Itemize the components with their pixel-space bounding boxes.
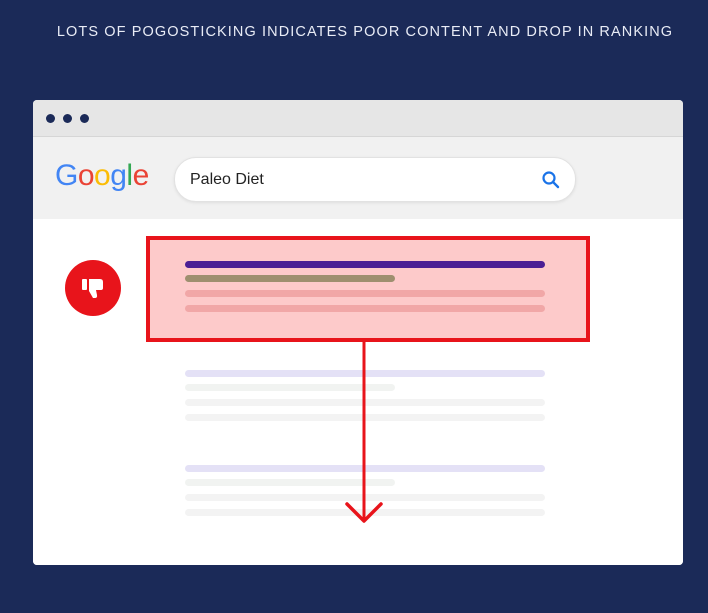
result-snippet-line	[185, 399, 545, 406]
logo-letter: g	[110, 159, 127, 192]
result-snippet-line	[185, 305, 545, 312]
thumbs-down-icon	[82, 279, 103, 298]
result-title-line[interactable]	[185, 465, 545, 472]
browser-window: Google Paleo Diet	[33, 100, 683, 565]
highlighted-result[interactable]	[146, 236, 590, 342]
result-title-line[interactable]	[185, 261, 545, 268]
result-snippet-line	[185, 414, 545, 421]
dislike-badge	[65, 260, 121, 316]
window-dot-icon[interactable]	[46, 114, 55, 123]
window-dot-icon[interactable]	[63, 114, 72, 123]
logo-letter: o	[77, 159, 95, 192]
result-url-line	[185, 479, 395, 486]
result-title-line[interactable]	[185, 370, 545, 377]
result-url-line	[185, 275, 395, 282]
search-icon[interactable]	[541, 170, 561, 190]
logo-letter: o	[94, 159, 111, 192]
google-logo[interactable]: Google	[55, 159, 149, 193]
result-snippet-line	[185, 509, 545, 516]
result-snippet-line	[185, 290, 545, 297]
search-query: Paleo Diet	[190, 171, 264, 188]
result-snippet-line	[185, 494, 545, 501]
headline: LOTS OF POGOSTICKING INDICATES POOR CONT…	[56, 24, 674, 40]
search-input[interactable]: Paleo Diet	[174, 157, 576, 202]
result-url-line	[185, 384, 395, 391]
logo-letter: e	[132, 159, 150, 192]
search-header: Google Paleo Diet	[33, 137, 683, 219]
window-dot-icon[interactable]	[80, 114, 89, 123]
browser-titlebar	[33, 100, 683, 137]
logo-letter: G	[55, 159, 78, 192]
